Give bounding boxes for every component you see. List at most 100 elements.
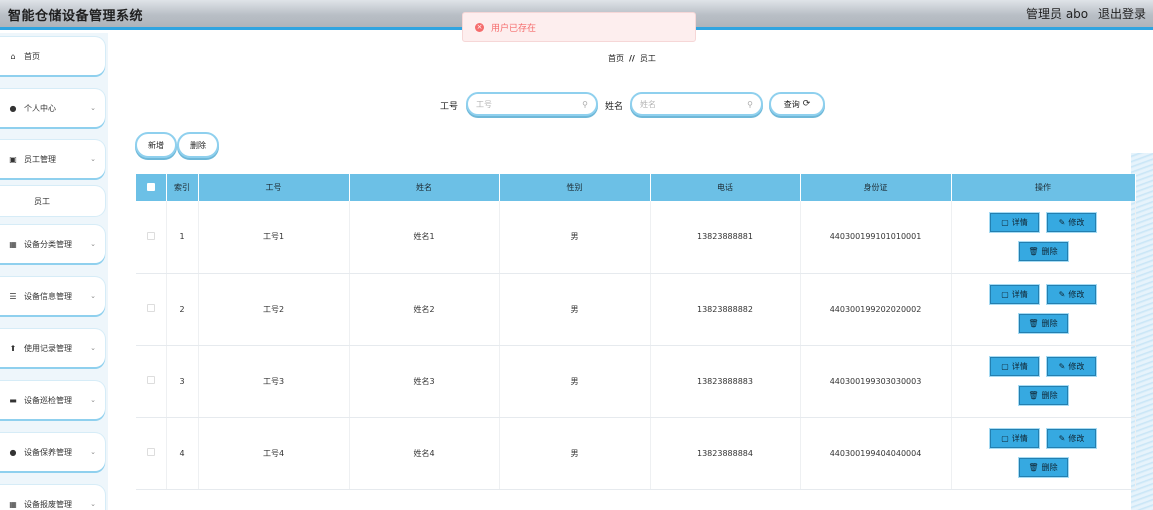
app-title: 智能仓储设备管理系统 — [8, 9, 144, 24]
cell-gender: 男 — [499, 201, 651, 274]
chevron-down-icon: ⌄ — [90, 155, 96, 163]
toast-message: 用户已存在 — [491, 23, 537, 34]
user-icon: ● — [9, 103, 17, 113]
query-label: 查询 — [783, 99, 800, 109]
column-header: 索引 — [166, 174, 199, 201]
employee-no-input[interactable] — [476, 99, 583, 109]
row-select-cell[interactable] — [136, 417, 167, 490]
error-icon: × — [475, 22, 484, 32]
row-delete-button[interactable]: 🗑 删除 — [1018, 314, 1068, 333]
row-checkbox[interactable] — [146, 231, 155, 240]
sidebar: ⌂ 首页 ● 个人中心 ⌄ ▣ 员工管理 ⌄ ▦ 设备分类管理 ⌄ ☰ 设备信息管理 ⌄ ⬆ 使用记录管理 ⌄ ▬… — [0, 33, 108, 510]
name-input[interactable] — [640, 99, 748, 109]
sidebar-item-label: 首页 — [24, 51, 40, 61]
row-select-cell[interactable] — [136, 273, 167, 346]
sidebar-subitem-employee[interactable]: 员工 — [0, 186, 105, 216]
row-checkbox[interactable] — [146, 376, 155, 384]
employee-no-label: 工号 — [440, 102, 459, 112]
table-header-row: 索引 工号 姓名 性别 电话 身份证 操作 — [136, 174, 1136, 201]
row-checkbox[interactable] — [146, 304, 155, 312]
cell-gender: 男 — [499, 273, 651, 346]
row-select-cell[interactable] — [136, 345, 167, 418]
cell-id: 440300199202020002 — [800, 273, 952, 346]
cell-id: 440300199404040004 — [800, 417, 952, 490]
sidebar-item[interactable]: ⬆ 使用记录管理 ⌄ — [0, 329, 105, 367]
main-content: 首页 // 员工 工号 ⚲ 姓名 ⚲ 查询 ⟳ 新增 删除 索引 工号 姓名 — [108, 33, 1153, 510]
sidebar-item[interactable]: ☰ 设备信息管理 ⌄ — [0, 277, 105, 315]
detail-icon: ▢ — [1001, 434, 1009, 443]
delete-button[interactable]: 删除 — [177, 132, 219, 158]
chevron-down-icon: ⌄ — [90, 448, 96, 456]
name-search[interactable]: ⚲ — [630, 92, 763, 116]
trash-icon: 🗑 — [1028, 463, 1039, 472]
edit-label: 修改 — [1068, 362, 1085, 371]
sidebar-item[interactable]: ▦ 设备报废管理 ⌄ — [0, 485, 105, 510]
sidebar-item[interactable]: ⌂ 首页 — [0, 37, 105, 75]
trash-icon: 🗑 — [1028, 391, 1039, 400]
breadcrumb-home[interactable]: 首页 — [608, 54, 624, 63]
sidebar-item[interactable]: ▣ 员工管理 ⌄ — [0, 140, 105, 178]
cell-gender: 男 — [499, 345, 651, 418]
table-row: 4 工号4 姓名4 男 13823888884 440300199404040004 ▢ 详情… — [136, 417, 1136, 490]
breadcrumb-separator: // — [629, 54, 635, 63]
sidebar-item-label: 设备保养管理 — [24, 447, 72, 457]
select-all-checkbox[interactable] — [146, 182, 155, 191]
sidebar-subitem-label: 员工 — [34, 196, 50, 206]
row-checkbox[interactable] — [146, 448, 155, 456]
sidebar-item-label: 设备信息管理 — [24, 291, 72, 301]
detail-button[interactable]: ▢ 详情 — [990, 429, 1039, 448]
list-icon: ☰ — [9, 291, 17, 301]
chevron-down-icon: ⌄ — [90, 104, 96, 112]
sidebar-item-label: 设备巡检管理 — [24, 395, 72, 405]
row-delete-button[interactable]: 🗑 删除 — [1018, 386, 1068, 405]
detail-button[interactable]: ▢ 详情 — [990, 212, 1039, 232]
edit-icon: ✎ — [1058, 362, 1066, 371]
cell-no: 工号4 — [198, 417, 350, 490]
query-button[interactable]: 查询 ⟳ — [769, 92, 825, 116]
home-icon: ⌂ — [10, 51, 16, 61]
operations-cell: ▢ 详情 ✎ 修改 🗑 删除 — [951, 345, 1136, 418]
detail-button[interactable]: ▢ 详情 — [990, 357, 1039, 376]
cell-gender: 男 — [499, 417, 651, 490]
user-icon: ● — [9, 447, 17, 457]
cell-phone: 13823888884 — [650, 417, 801, 490]
sidebar-item[interactable]: ▦ 设备分类管理 ⌄ — [0, 225, 105, 263]
add-button[interactable]: 新增 — [135, 132, 177, 158]
operations-cell: ▢ 详情 ✎ 修改 🗑 删除 — [951, 201, 1136, 274]
edit-button[interactable]: ✎ 修改 — [1047, 285, 1096, 304]
edit-label: 修改 — [1068, 290, 1085, 299]
sidebar-item[interactable]: ● 设备保养管理 ⌄ — [0, 433, 105, 471]
row-delete-button[interactable]: 🗑 删除 — [1018, 458, 1068, 477]
row-select-cell[interactable] — [136, 201, 167, 274]
edit-button[interactable]: ✎ 修改 — [1047, 212, 1096, 232]
detail-button[interactable]: ▢ 详情 — [990, 285, 1039, 304]
cell-phone: 13823888882 — [650, 273, 801, 346]
detail-label: 详情 — [1011, 217, 1028, 227]
chevron-down-icon: ⌄ — [90, 344, 96, 352]
operations-cell: ▢ 详情 ✎ 修改 🗑 删除 — [951, 273, 1136, 346]
cell-id: 440300199303030003 — [800, 345, 952, 418]
sidebar-item-label: 使用记录管理 — [24, 343, 72, 353]
employee-table: 索引 工号 姓名 性别 电话 身份证 操作 1 工号1 姓名1 男 1382388888… — [136, 174, 1136, 490]
cell-name: 姓名1 — [349, 201, 500, 274]
column-header: 操作 — [951, 174, 1136, 201]
chevron-down-icon: ⌄ — [90, 500, 96, 508]
chevron-down-icon: ⌄ — [90, 396, 96, 404]
sidebar-item[interactable]: ▬ 设备巡检管理 ⌄ — [0, 381, 105, 419]
table-row: 1 工号1 姓名1 男 13823888881 440300199101010001 ▢ 详情… — [136, 201, 1136, 274]
trash-icon: 🗑 — [1028, 246, 1039, 256]
edit-icon: ▣ — [9, 154, 17, 164]
row-delete-button[interactable]: 🗑 删除 — [1018, 241, 1068, 261]
edit-button[interactable]: ✎ 修改 — [1047, 357, 1096, 376]
employee-no-search[interactable]: ⚲ — [466, 92, 598, 116]
edit-label: 修改 — [1068, 217, 1085, 227]
search-icon: ⚲ — [582, 99, 588, 109]
edit-button[interactable]: ✎ 修改 — [1047, 429, 1096, 448]
select-all-cell[interactable] — [136, 174, 167, 201]
delete-label: 删除 — [1041, 463, 1058, 472]
column-header: 工号 — [198, 174, 350, 201]
detail-label: 详情 — [1011, 434, 1028, 443]
logout-link[interactable]: 退出登录 — [1098, 5, 1146, 22]
sidebar-item[interactable]: ● 个人中心 ⌄ — [0, 89, 105, 127]
cell-index: 3 — [166, 345, 199, 418]
